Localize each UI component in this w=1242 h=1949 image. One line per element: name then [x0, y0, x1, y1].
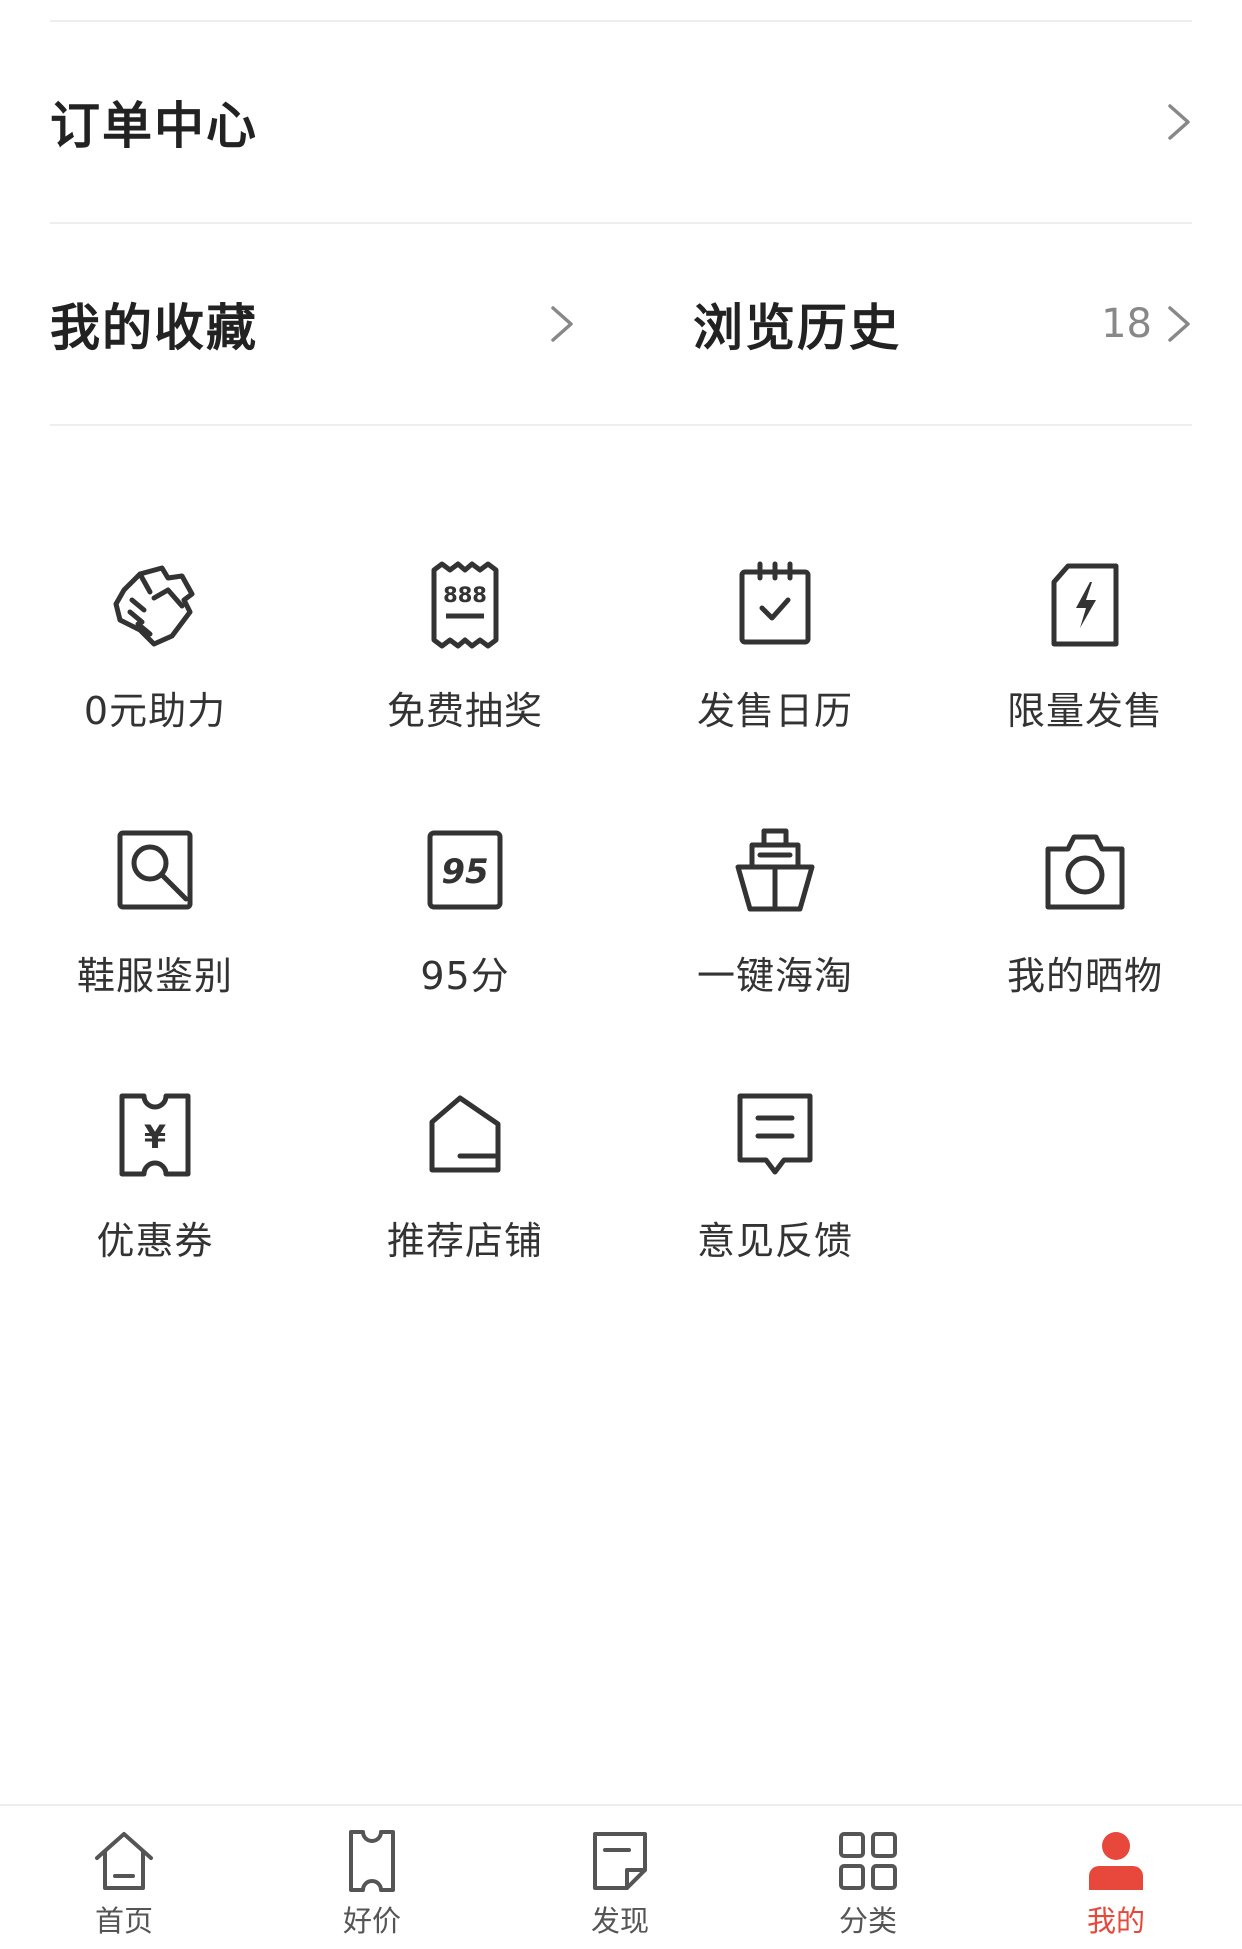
service-label: 优惠券: [96, 1219, 214, 1263]
service-label: 一键海淘: [696, 954, 853, 998]
price-tag-icon: [349, 1830, 395, 1892]
coupon-yen-icon: ¥: [119, 1093, 191, 1177]
lottery-ticket-icon: 888: [431, 561, 499, 649]
tab-label: 发现: [590, 1904, 649, 1938]
service-recommended-stores[interactable]: 推荐店铺: [310, 1090, 620, 1320]
divider: [50, 424, 1192, 426]
category-grid-icon: [839, 1832, 897, 1890]
svg-text:888: 888: [443, 583, 487, 607]
service-free-lottery[interactable]: 888 免费抽奖: [310, 560, 620, 790]
service-label: 95分: [420, 954, 510, 998]
tab-category[interactable]: 分类: [744, 1806, 992, 1949]
service-my-showcase[interactable]: 我的晒物: [930, 825, 1240, 1055]
tab-mine[interactable]: 我的: [992, 1806, 1240, 1949]
order-center-row[interactable]: 订单中心: [50, 22, 1192, 222]
service-label: 限量发售: [1006, 689, 1163, 733]
service-limited-release[interactable]: 限量发售: [930, 560, 1240, 790]
service-95-points[interactable]: 95 95分: [310, 825, 620, 1055]
tab-home[interactable]: 首页: [0, 1806, 248, 1949]
tab-label: 分类: [838, 1904, 897, 1938]
camera-icon: [1045, 834, 1125, 910]
favorites-history-row: 我的收藏 浏览历史 18: [50, 224, 1192, 424]
history-title: 浏览历史: [693, 299, 901, 357]
service-label: 发售日历: [696, 689, 853, 733]
history-link[interactable]: 浏览历史 18: [693, 224, 1192, 424]
chevron-right-icon: [551, 306, 573, 342]
service-label: 0元助力: [83, 689, 227, 733]
tab-good-price[interactable]: 好价: [248, 1806, 496, 1949]
service-label: 鞋服鉴别: [76, 954, 233, 998]
calendar-check-icon: [739, 561, 811, 645]
favorites-link[interactable]: 我的收藏: [50, 224, 575, 424]
chevron-right-icon: [1168, 104, 1190, 140]
svg-text:¥: ¥: [144, 1118, 166, 1156]
service-label: 意见反馈: [696, 1219, 853, 1263]
feedback-icon: [737, 1093, 813, 1175]
svg-text:95: 95: [441, 852, 488, 892]
discover-note-icon: [593, 1832, 647, 1890]
handshake-icon: [113, 565, 195, 647]
tab-label: 好价: [342, 1904, 401, 1938]
tab-label: 首页: [94, 1904, 153, 1938]
service-authentication[interactable]: 鞋服鉴别: [0, 825, 310, 1055]
service-feedback[interactable]: 意见反馈: [620, 1090, 930, 1320]
service-release-calendar[interactable]: 发售日历: [620, 560, 930, 790]
service-0yuan-assist[interactable]: 0元助力: [0, 560, 310, 790]
store-icon: [429, 1095, 501, 1173]
favorites-title: 我的收藏: [50, 299, 258, 357]
bottom-tab-bar: 首页 好价 发现 分类 我的: [0, 1804, 1242, 1949]
service-label: 我的晒物: [1006, 954, 1163, 998]
95-badge-icon: 95: [427, 830, 503, 910]
service-overseas-shopping[interactable]: 一键海淘: [620, 825, 930, 1055]
chevron-right-icon: [1168, 306, 1190, 342]
service-label: 免费抽奖: [386, 689, 543, 733]
tab-discover[interactable]: 发现: [496, 1806, 744, 1949]
profile-icon: [1089, 1832, 1143, 1890]
lightning-icon: [1051, 563, 1119, 647]
home-icon: [95, 1832, 153, 1890]
magnifier-icon: [117, 830, 193, 910]
service-label: 推荐店铺: [386, 1219, 543, 1263]
service-coupons[interactable]: ¥ 优惠券: [0, 1090, 310, 1320]
tab-label: 我的: [1086, 1904, 1145, 1938]
history-count: 18: [1101, 301, 1152, 347]
ship-icon: [735, 828, 815, 912]
order-center-title: 订单中心: [50, 97, 258, 155]
